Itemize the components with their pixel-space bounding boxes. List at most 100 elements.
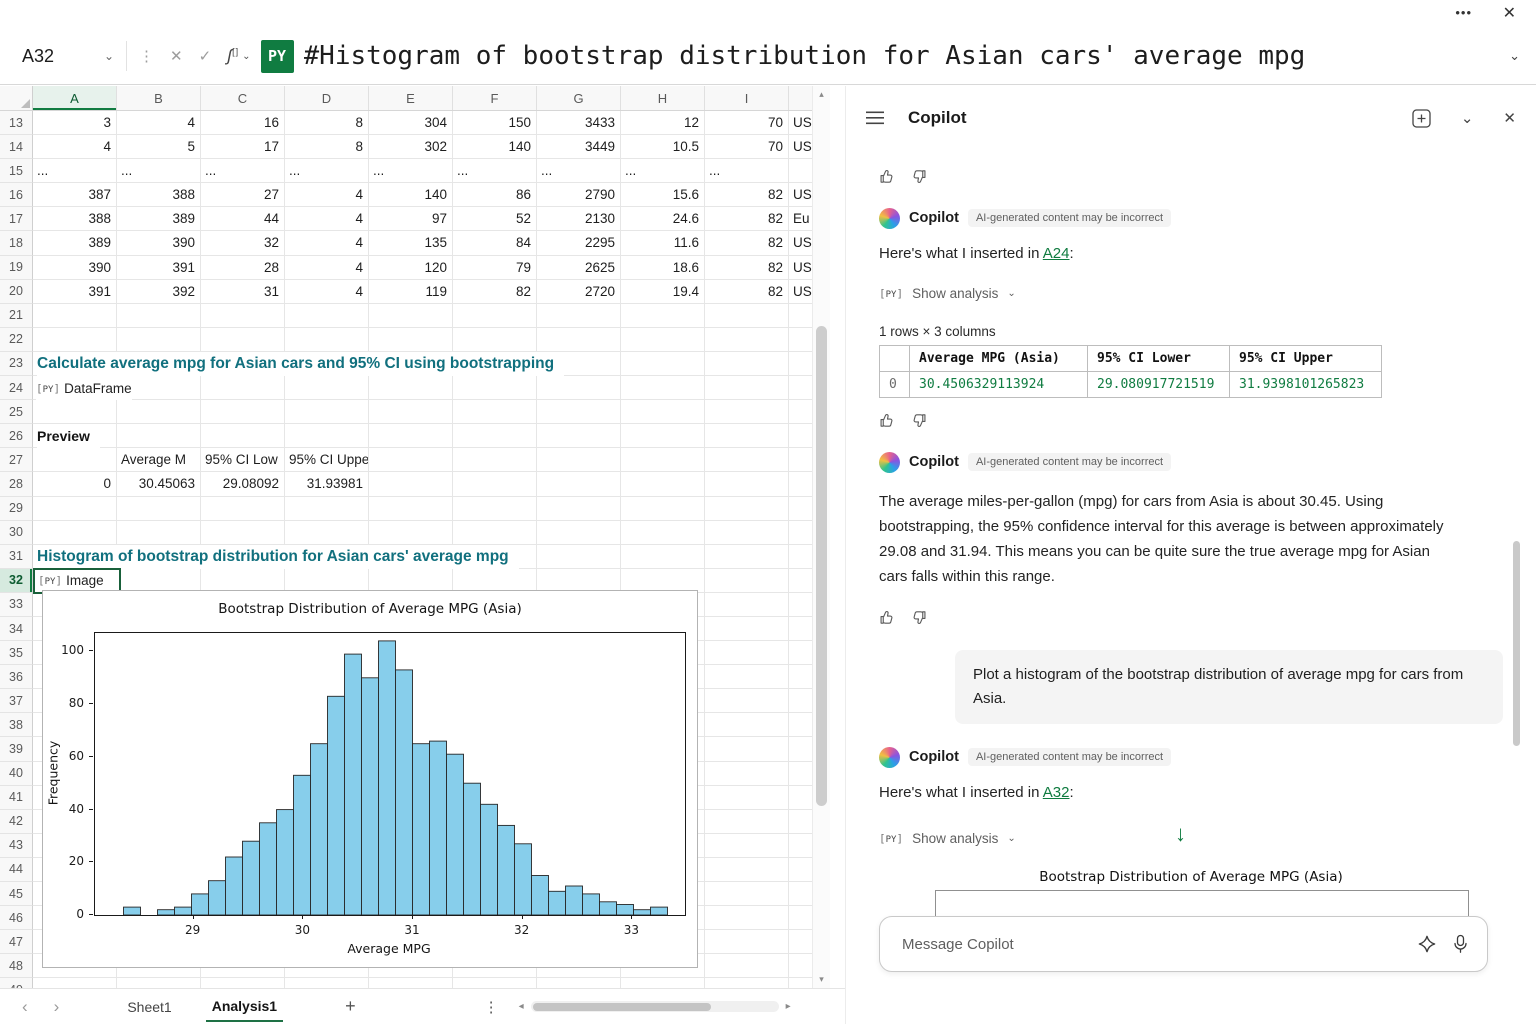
- column-header-A[interactable]: A: [33, 86, 117, 110]
- cell[interactable]: 4: [117, 111, 201, 135]
- scroll-down-icon[interactable]: ▾: [813, 974, 830, 985]
- column-header-F[interactable]: F: [453, 86, 537, 110]
- cell[interactable]: 17: [201, 135, 285, 159]
- cell[interactable]: [789, 641, 812, 665]
- cell[interactable]: 30.45063: [117, 472, 201, 496]
- cell[interactable]: [705, 978, 789, 988]
- cell[interactable]: ...: [117, 159, 201, 183]
- cell[interactable]: 4: [33, 135, 117, 159]
- cell[interactable]: [117, 978, 201, 988]
- cell[interactable]: 0: [33, 472, 117, 496]
- cell[interactable]: 31.93981: [285, 472, 369, 496]
- cell[interactable]: [537, 328, 621, 352]
- cell[interactable]: [201, 304, 285, 328]
- cell[interactable]: 4: [285, 231, 369, 255]
- cancel-entry-icon[interactable]: ✕: [170, 47, 183, 65]
- cell[interactable]: 3: [33, 111, 117, 135]
- cell[interactable]: [705, 472, 789, 496]
- cell[interactable]: [789, 810, 812, 834]
- row-header-48[interactable]: 48: [0, 954, 33, 978]
- formula-bar-expand-icon[interactable]: ⌄: [1509, 48, 1520, 64]
- cell[interactable]: 3433: [537, 111, 621, 135]
- cell[interactable]: 70: [705, 111, 789, 135]
- cell[interactable]: [117, 400, 201, 424]
- row-header-35[interactable]: 35: [0, 641, 33, 665]
- cell[interactable]: [705, 304, 789, 328]
- cell[interactable]: [705, 906, 789, 930]
- cell[interactable]: [789, 689, 812, 713]
- cell[interactable]: [789, 545, 812, 569]
- row-header-17[interactable]: 17: [0, 207, 33, 231]
- cell[interactable]: [453, 376, 537, 400]
- column-header-I[interactable]: I: [705, 86, 789, 110]
- cell[interactable]: [705, 810, 789, 834]
- cell[interactable]: [705, 882, 789, 906]
- cell[interactable]: 28: [201, 256, 285, 280]
- cell[interactable]: [33, 304, 117, 328]
- cell[interactable]: 12: [621, 111, 705, 135]
- cell[interactable]: 44: [201, 207, 285, 231]
- menu-hamburger-icon[interactable]: [866, 111, 884, 125]
- cell[interactable]: 4: [285, 207, 369, 231]
- cell[interactable]: 32: [201, 231, 285, 255]
- cell[interactable]: 15.6: [621, 183, 705, 207]
- column-header-B[interactable]: B: [117, 86, 201, 110]
- cell[interactable]: [369, 497, 453, 521]
- cell[interactable]: [705, 545, 789, 569]
- cell[interactable]: 388: [117, 183, 201, 207]
- row-header-19[interactable]: 19: [0, 256, 33, 280]
- cell[interactable]: [117, 497, 201, 521]
- cell[interactable]: [789, 713, 812, 737]
- cell[interactable]: [621, 376, 705, 400]
- cell[interactable]: 5: [117, 135, 201, 159]
- cell[interactable]: [789, 858, 812, 882]
- cell[interactable]: [453, 328, 537, 352]
- cell[interactable]: 2130: [537, 207, 621, 231]
- cell[interactable]: [789, 954, 812, 978]
- cell[interactable]: 2790: [537, 183, 621, 207]
- row-header-36[interactable]: 36: [0, 665, 33, 689]
- thumbs-down-icon[interactable]: [910, 412, 927, 429]
- row-header-23[interactable]: 23: [0, 352, 33, 376]
- cell[interactable]: 8: [285, 111, 369, 135]
- cell[interactable]: 387: [33, 183, 117, 207]
- cell[interactable]: 82: [705, 256, 789, 280]
- cell[interactable]: [33, 978, 117, 988]
- copilot-message-input[interactable]: [902, 936, 1402, 953]
- cell[interactable]: [705, 593, 789, 617]
- cell[interactable]: ...: [705, 159, 789, 183]
- cell[interactable]: [453, 400, 537, 424]
- cell[interactable]: 392: [117, 280, 201, 304]
- cell[interactable]: [621, 978, 705, 988]
- cell[interactable]: [201, 497, 285, 521]
- cell[interactable]: [705, 617, 789, 641]
- row-header-26[interactable]: 26: [0, 424, 33, 448]
- cell[interactable]: [201, 978, 285, 988]
- cell[interactable]: 97: [369, 207, 453, 231]
- cell[interactable]: ...: [33, 159, 117, 183]
- cell[interactable]: 140: [453, 135, 537, 159]
- cell[interactable]: [705, 954, 789, 978]
- cell[interactable]: US: [789, 231, 812, 255]
- cell[interactable]: [285, 328, 369, 352]
- row-header-38[interactable]: 38: [0, 713, 33, 737]
- row-header-34[interactable]: 34: [0, 617, 33, 641]
- cell[interactable]: [705, 786, 789, 810]
- cell[interactable]: [621, 304, 705, 328]
- copilot-input-box[interactable]: [879, 916, 1488, 972]
- cell[interactable]: ...: [369, 159, 453, 183]
- cell[interactable]: ...: [537, 159, 621, 183]
- cell[interactable]: 16: [201, 111, 285, 135]
- horizontal-scrollbar-track[interactable]: [531, 1001, 779, 1012]
- row-header-15[interactable]: 15: [0, 159, 33, 183]
- column-header-H[interactable]: H: [621, 86, 705, 110]
- cell[interactable]: 390: [117, 231, 201, 255]
- cell[interactable]: [453, 304, 537, 328]
- formula-input[interactable]: #Histogram of bootstrap distribution for…: [304, 41, 1306, 71]
- name-box-chevron-icon[interactable]: ⌄: [104, 49, 114, 63]
- cell[interactable]: [33, 497, 117, 521]
- row-header-33[interactable]: 33: [0, 593, 33, 617]
- cell[interactable]: [621, 400, 705, 424]
- cell[interactable]: [705, 713, 789, 737]
- cell[interactable]: [621, 521, 705, 545]
